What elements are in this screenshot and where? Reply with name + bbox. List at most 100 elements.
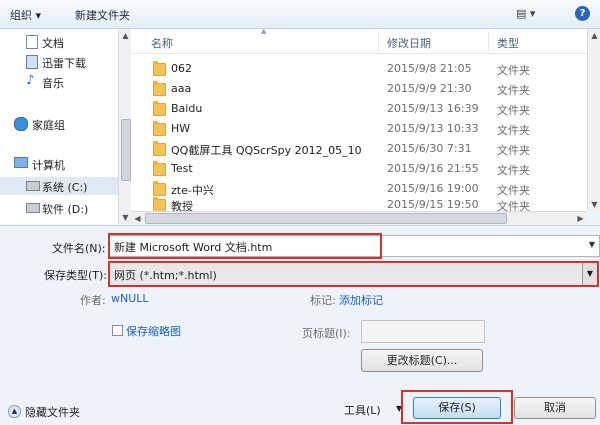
table-row[interactable]: Baidu 2015/9/13 16:39 文件夹 xyxy=(131,99,587,119)
computer-icon xyxy=(14,157,28,168)
scroll-up-icon[interactable]: ▲ xyxy=(588,29,600,42)
table-row[interactable]: HW 2015/9/13 10:33 文件夹 xyxy=(131,119,587,139)
nav-item-label: 音乐 xyxy=(42,77,64,90)
file-name: Test xyxy=(171,162,193,175)
folder-icon xyxy=(153,141,166,156)
tools-menu-button[interactable]: 工具(L) xyxy=(344,402,381,418)
page-title-input[interactable] xyxy=(361,320,485,343)
file-type: 文件夹 xyxy=(497,64,530,77)
file-name: 教授 xyxy=(171,200,193,211)
horizontal-scroll-thumb[interactable] xyxy=(145,213,507,224)
folder-icon xyxy=(153,197,166,211)
chevron-down-icon[interactable]: ▼ xyxy=(589,240,595,249)
nav-item-label: 文档 xyxy=(42,37,64,50)
folder-icon xyxy=(153,101,166,116)
file-date: 2015/9/9 21:30 xyxy=(387,82,472,95)
view-options-icon[interactable]: ▤ ▾ xyxy=(516,7,535,20)
file-name: QQ截屏工具 QQScrSpy 2012_05_10 xyxy=(171,144,362,157)
organize-button[interactable]: 组织 ▾ xyxy=(10,7,41,23)
column-header-date[interactable]: 修改日期 xyxy=(387,35,431,51)
file-type: 文件夹 xyxy=(497,104,530,117)
nav-item-homegroup[interactable]: 家庭组 xyxy=(0,115,118,133)
filename-input[interactable]: 新建 Microsoft Word 文档.htm xyxy=(114,239,272,255)
file-list: 名称 ▲ 修改日期 类型 062 2015/9/8 21:05 文件夹 aaa … xyxy=(131,27,587,211)
savetype-value: 网页 (*.htm;*.html) xyxy=(114,269,217,282)
file-type: 文件夹 xyxy=(497,144,530,157)
nav-item-documents[interactable]: 文档 xyxy=(0,33,118,51)
folder-icon xyxy=(153,121,166,136)
save-button[interactable]: 保存(S) xyxy=(413,397,501,419)
scroll-left-icon[interactable]: ◀ xyxy=(131,212,144,225)
file-type: 文件夹 xyxy=(497,200,530,211)
nav-item-system-c[interactable]: 系统 (C:) xyxy=(0,177,118,195)
nav-item-label: 软件 (D:) xyxy=(42,203,89,216)
nav-item-label: 系统 (C:) xyxy=(42,181,88,194)
file-date: 2015/9/8 21:05 xyxy=(387,62,472,75)
file-name: Baidu xyxy=(171,102,203,115)
table-row[interactable]: QQ截屏工具 QQScrSpy 2012_05_10 2015/6/30 7:3… xyxy=(131,139,587,159)
savetype-select[interactable]: 网页 (*.htm;*.html) ▼ xyxy=(108,261,599,287)
homegroup-icon xyxy=(14,117,28,131)
tags-add-link[interactable]: 添加标记 xyxy=(339,292,383,308)
sort-ascending-icon: ▲ xyxy=(261,27,267,35)
nav-item-label: 计算机 xyxy=(32,159,65,172)
navigation-pane: 文档 迅雷下载 ♪ 音乐 家庭组 计算机 系统 (C:) 软件 (D:) xyxy=(0,29,119,224)
change-title-button[interactable]: 更改标题(C)... xyxy=(361,349,483,372)
toolbar: 组织 ▾ 新建文件夹 ▤ ▾ ? xyxy=(0,0,600,29)
folder-icon xyxy=(153,81,166,96)
nav-item-thunder-downloads[interactable]: 迅雷下载 xyxy=(0,53,118,71)
document-icon xyxy=(26,35,38,49)
author-label: 作者: xyxy=(80,294,106,307)
file-type: 文件夹 xyxy=(497,164,530,177)
nav-item-label: 家庭组 xyxy=(32,119,65,132)
table-row[interactable]: aaa 2015/9/9 21:30 文件夹 xyxy=(131,79,587,99)
filename-label: 文件名(N): xyxy=(52,242,106,255)
savetype-label: 保存类型(T): xyxy=(44,269,108,282)
new-folder-button[interactable]: 新建文件夹 xyxy=(75,7,130,23)
table-row[interactable]: 062 2015/9/8 21:05 文件夹 xyxy=(131,59,587,79)
file-list-horizontal-scrollbar[interactable]: ◀ ▶ xyxy=(131,211,587,225)
column-header-row: 名称 ▲ 修改日期 类型 xyxy=(131,27,587,54)
cancel-button[interactable]: 取消 xyxy=(514,397,596,419)
scroll-down-icon[interactable]: ▼ xyxy=(588,198,600,211)
table-row[interactable]: Test 2015/9/16 21:55 文件夹 xyxy=(131,159,587,179)
thumbnail-checkbox[interactable] xyxy=(112,325,123,336)
drive-icon xyxy=(26,181,40,191)
file-date: 2015/9/15 19:50 xyxy=(387,198,479,211)
collapse-icon[interactable]: ▲ xyxy=(8,405,21,418)
drive-icon xyxy=(26,203,40,213)
file-date: 2015/9/16 21:55 xyxy=(387,162,479,175)
tags-label: 标记: xyxy=(310,294,336,307)
file-name: HW xyxy=(171,122,191,135)
hide-folders-button[interactable]: 隐藏文件夹 xyxy=(25,404,80,420)
folder-icon xyxy=(153,61,166,76)
filename-highlight: 新建 Microsoft Word 文档.htm xyxy=(108,233,382,259)
file-date: 2015/9/16 19:00 xyxy=(387,182,479,195)
file-date: 2015/9/13 10:33 xyxy=(387,122,479,135)
nav-item-music[interactable]: ♪ 音乐 xyxy=(0,73,118,91)
folder-icon xyxy=(153,161,166,176)
thumbnail-label[interactable]: 保存缩略图 xyxy=(126,323,181,339)
music-icon: ♪ xyxy=(26,73,35,88)
column-divider[interactable] xyxy=(378,31,379,51)
column-header-name[interactable]: 名称 xyxy=(151,35,173,51)
author-value[interactable]: wNULL xyxy=(111,292,149,305)
help-icon[interactable]: ? xyxy=(575,6,590,21)
scroll-right-icon[interactable]: ▶ xyxy=(574,212,587,225)
column-divider[interactable] xyxy=(488,31,489,51)
nav-scrollbar[interactable]: ▲ ▼ xyxy=(118,29,132,224)
nav-scroll-thumb[interactable] xyxy=(121,119,131,181)
table-row[interactable]: 教授 2015/9/15 19:50 文件夹 xyxy=(131,195,587,211)
file-name: aaa xyxy=(171,82,192,95)
file-name: 062 xyxy=(171,62,192,75)
download-icon xyxy=(26,55,38,69)
page-title-label: 页标题(I): xyxy=(302,327,351,340)
chevron-down-icon[interactable]: ▼ xyxy=(582,263,597,285)
save-options-pane: 文件名(N): ▼ 新建 Microsoft Word 文档.htm 保存类型(… xyxy=(0,225,600,425)
nav-item-label: 迅雷下载 xyxy=(42,57,86,70)
file-list-vertical-scrollbar[interactable]: ▲ ▼ xyxy=(587,29,600,211)
file-date: 2015/6/30 7:31 xyxy=(387,142,472,155)
column-header-type[interactable]: 类型 xyxy=(497,35,519,51)
nav-item-software-d[interactable]: 软件 (D:) xyxy=(0,199,118,217)
nav-item-computer[interactable]: 计算机 xyxy=(0,155,118,173)
